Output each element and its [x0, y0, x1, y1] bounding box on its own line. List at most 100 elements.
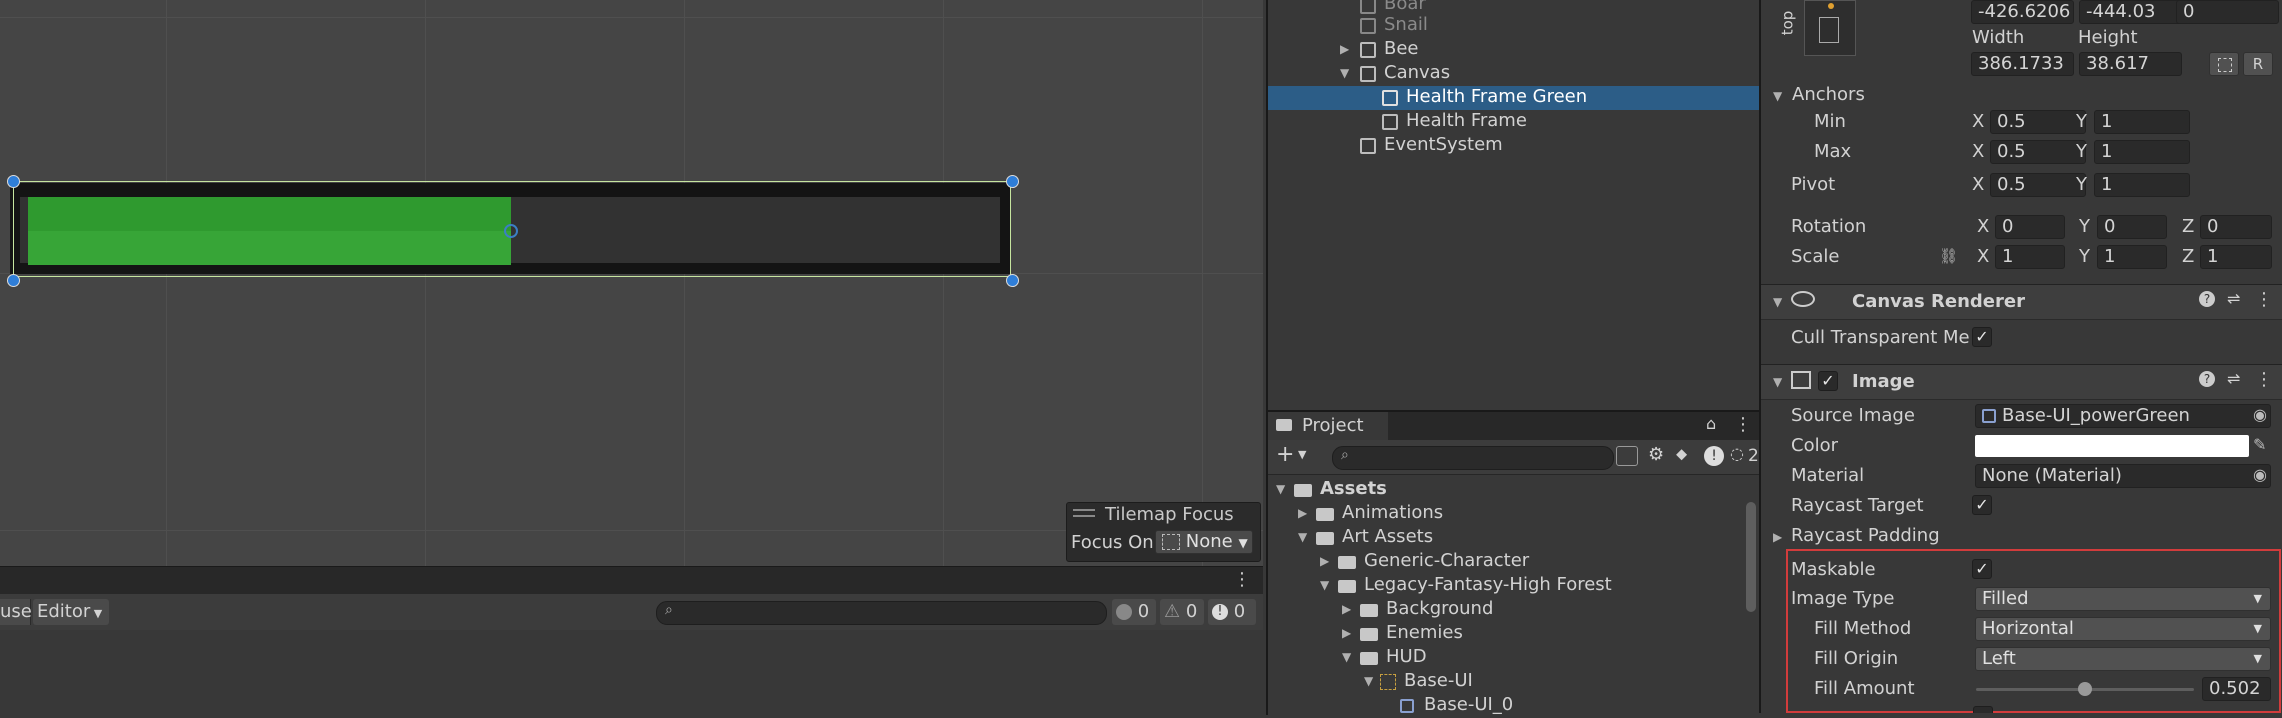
hierarchy-item-bee[interactable]: ▶ Bee [1268, 38, 1759, 62]
help-icon[interactable]: ? [2199, 371, 2215, 387]
rect-handle-top-right[interactable] [1006, 175, 1019, 188]
more-options-icon[interactable]: ⋮ [1233, 569, 1251, 590]
anchors-foldout-icon[interactable]: ▼ [1773, 89, 1782, 103]
eyedropper-icon[interactable]: ✎ [2253, 435, 2266, 454]
more-options-icon[interactable]: ⋮ [2255, 289, 2273, 310]
raycast-target-checkbox[interactable]: ✓ [1972, 495, 1992, 515]
object-picker-icon[interactable]: ◉ [2253, 465, 2267, 484]
scale-z-field[interactable]: 1 [2200, 245, 2272, 269]
tab-project[interactable]: Project [1268, 412, 1388, 440]
anchor-min-x-field[interactable]: 0.5 [1990, 110, 2086, 134]
image-component-header[interactable]: ▼ ✓ Image ? ⇌ ⋮ [1761, 364, 2282, 400]
scale-x-field[interactable]: 1 [1995, 245, 2065, 269]
pos-x-field[interactable]: -426.6206 [1971, 0, 2074, 24]
warning-toggle[interactable]: ⚠ 0 [1160, 599, 1204, 625]
anchor-max-y-field[interactable]: 1 [2094, 140, 2190, 164]
presets-icon[interactable]: ⇌ [2227, 289, 2240, 308]
raw-edit-button[interactable]: R [2243, 52, 2273, 76]
hierarchy-item-health-frame[interactable]: Health Frame [1268, 110, 1759, 134]
expand-arrow-icon[interactable]: ▼ [1298, 530, 1307, 544]
scene-view[interactable]: Tilemap Focus Focus On None ▼ [0, 0, 1263, 566]
pause-button[interactable]: use [0, 599, 32, 625]
tree-item-animations[interactable]: ▶ Animations [1268, 502, 1759, 526]
rect-handle-top-left[interactable] [7, 175, 20, 188]
expand-arrow-icon[interactable]: ▶ [1342, 602, 1351, 616]
anchor-min-y-field[interactable]: 1 [2094, 110, 2190, 134]
editor-dropdown[interactable]: Editor ▼ [33, 599, 109, 625]
rotation-y-field[interactable]: 0 [2097, 215, 2167, 239]
tree-item-art-assets[interactable]: ▼ Art Assets [1268, 526, 1759, 550]
image-type-dropdown[interactable]: Filled ▼ [1975, 587, 2271, 611]
source-image-field[interactable]: Base-UI_powerGreen [1975, 404, 2271, 428]
info-toggle[interactable]: 0 [1112, 599, 1156, 625]
more-options-icon[interactable]: ⋮ [2255, 369, 2273, 390]
tree-item-background[interactable]: ▶ Background [1268, 598, 1759, 622]
fill-amount-field[interactable]: 0.502 [2202, 677, 2271, 701]
canvas-renderer-header[interactable]: ▼ Canvas Renderer ? ⇌ ⋮ [1761, 284, 2282, 320]
expand-arrow-icon[interactable]: ▼ [1276, 482, 1285, 496]
error-filter-icon[interactable]: ! [1704, 446, 1724, 466]
material-field[interactable]: None (Material) [1975, 464, 2271, 488]
clockwise-checkbox-partial[interactable] [1973, 706, 1993, 713]
anchor-preset-button[interactable] [1804, 0, 1856, 56]
tree-item-assets[interactable]: ▼ Assets [1268, 478, 1759, 502]
expand-arrow-icon[interactable]: ▶ [1342, 626, 1351, 640]
chevron-down-icon[interactable]: ▼ [1298, 448, 1306, 461]
foldout-arrow-icon[interactable]: ▼ [1773, 375, 1782, 389]
anchor-max-x-field[interactable]: 0.5 [1990, 140, 2086, 164]
tree-item-hud[interactable]: ▼ HUD [1268, 646, 1759, 670]
hierarchy-item-snail[interactable]: Snail [1268, 14, 1759, 38]
filter-type-icon[interactable]: ⚙ [1648, 444, 1664, 465]
maskable-checkbox[interactable]: ✓ [1972, 559, 1992, 579]
pos-y-field[interactable]: -444.03 [2079, 0, 2182, 24]
pivot-x-field[interactable]: 0.5 [1990, 173, 2086, 197]
rect-handle-bottom-left[interactable] [7, 274, 20, 287]
console-search-input[interactable]: ⌕ [656, 601, 1107, 625]
tree-item-generic-character[interactable]: ▶ Generic-Character [1268, 550, 1759, 574]
create-plus-icon[interactable]: + [1276, 442, 1294, 467]
rect-handle-bottom-right[interactable] [1006, 274, 1019, 287]
scale-y-field[interactable]: 1 [2097, 245, 2167, 269]
raycast-padding-foldout-icon[interactable]: ▶ [1773, 530, 1782, 544]
expand-arrow-icon[interactable]: ▶ [1298, 506, 1307, 520]
tree-item-base-ui-0[interactable]: Base-UI_0 [1268, 694, 1759, 718]
expand-arrow-icon[interactable]: ▶ [1340, 42, 1349, 56]
project-search-input[interactable]: ⌕ [1332, 446, 1614, 470]
error-toggle[interactable]: ! 0 [1208, 599, 1256, 625]
height-field[interactable]: 38.617 [2079, 52, 2182, 76]
fill-amount-slider-track[interactable] [1976, 682, 2194, 696]
search-by-type-icon[interactable] [1616, 446, 1638, 466]
rotation-z-field[interactable]: 0 [2200, 215, 2272, 239]
drag-handle-icon[interactable] [1073, 509, 1095, 517]
hierarchy-item-canvas[interactable]: ▼ Canvas [1268, 62, 1759, 86]
more-options-icon[interactable]: ⋮ [1734, 414, 1752, 435]
cull-transparent-checkbox[interactable]: ✓ [1972, 327, 1992, 347]
color-swatch[interactable] [1975, 435, 2249, 457]
fill-origin-dropdown[interactable]: Left ▼ [1975, 647, 2271, 671]
image-enabled-checkbox[interactable]: ✓ [1818, 371, 1838, 391]
foldout-arrow-icon[interactable]: ▼ [1773, 295, 1782, 309]
constrain-proportions-icon[interactable]: ⛓ [1939, 247, 1958, 265]
focus-on-dropdown[interactable]: None ▼ [1155, 530, 1253, 554]
help-icon[interactable]: ? [2199, 291, 2215, 307]
pivot-handle[interactable] [504, 224, 518, 238]
console-log-area[interactable] [0, 630, 1263, 713]
lock-icon[interactable]: ⌂ [1706, 414, 1716, 433]
expand-arrow-icon[interactable]: ▼ [1364, 674, 1373, 688]
hierarchy-item-eventsystem[interactable]: EventSystem [1268, 134, 1759, 158]
object-picker-icon[interactable]: ◉ [2253, 405, 2267, 424]
tree-item-legacy-fantasy[interactable]: ▼ Legacy-Fantasy-High Forest [1268, 574, 1759, 598]
tree-item-base-ui[interactable]: ▼ Base-UI [1268, 670, 1759, 694]
pivot-y-field[interactable]: 1 [2094, 173, 2190, 197]
expand-arrow-icon[interactable]: ▼ [1340, 66, 1349, 80]
expand-arrow-icon[interactable]: ▶ [1320, 554, 1329, 568]
label-tag-icon[interactable]: ⬥ [1676, 444, 1687, 464]
pos-z-field[interactable]: 0 [2176, 0, 2279, 24]
rotation-x-field[interactable]: 0 [1995, 215, 2065, 239]
hierarchy-item-health-frame-green[interactable]: Health Frame Green [1268, 86, 1759, 110]
fill-method-dropdown[interactable]: Horizontal ▼ [1975, 617, 2271, 641]
expand-arrow-icon[interactable]: ▼ [1320, 578, 1329, 592]
hidden-packages-icon[interactable]: ◌ [1730, 444, 1744, 463]
presets-icon[interactable]: ⇌ [2227, 369, 2240, 388]
width-field[interactable]: 386.1733 [1971, 52, 2074, 76]
